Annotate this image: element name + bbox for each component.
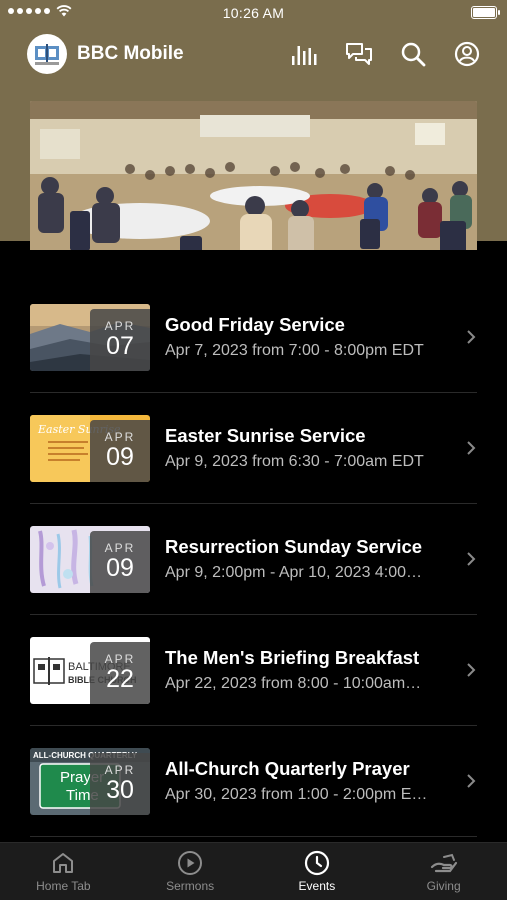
event-thumbnail: APR 07 — [30, 303, 150, 371]
event-date-badge: APR 30 — [90, 752, 150, 815]
chevron-right-icon — [467, 552, 476, 566]
giving-hand-icon — [430, 849, 458, 877]
event-month: APR — [104, 319, 136, 333]
header-actions — [291, 40, 481, 68]
event-day: 07 — [106, 332, 134, 360]
event-date-badge: APR 07 — [90, 308, 150, 371]
event-date-badge: APR 09 — [90, 419, 150, 482]
event-row[interactable]: BALTIMORE BIBLE CHURCH APR 22 The Men's … — [30, 615, 477, 726]
event-month: APR — [104, 763, 136, 777]
event-subtitle: Apr 7, 2023 from 7:00 - 8:00pm EDT — [165, 342, 424, 359]
chat-icon[interactable] — [345, 40, 373, 68]
event-title: All-Church Quarterly Prayer — [165, 758, 410, 779]
event-subtitle: Apr 9, 2023 from 6:30 - 7:00am EDT — [165, 453, 424, 470]
battery-icon — [471, 6, 500, 19]
status-time: 10:26 AM — [222, 5, 285, 21]
event-date-badge: APR 22 — [90, 641, 150, 704]
chevron-right-icon — [467, 774, 476, 788]
tab-sermons[interactable]: Sermons — [127, 843, 254, 900]
chevron-right-icon — [467, 330, 476, 344]
event-subtitle: Apr 9, 2:00pm - Apr 10, 2023 4:00… — [165, 564, 423, 581]
event-thumbnail: Easter Sunrise APR 09 — [30, 414, 150, 482]
church-logo[interactable] — [27, 34, 67, 74]
event-month: APR — [104, 652, 136, 666]
event-day: 09 — [106, 554, 134, 582]
status-left — [8, 5, 72, 17]
tab-label: Events — [298, 879, 336, 893]
bottom-tab-bar: Home Tab Sermons Events Giving — [0, 842, 507, 900]
event-day: 30 — [106, 776, 134, 804]
chevron-right-icon — [467, 663, 476, 677]
tab-label: Home Tab — [36, 879, 91, 893]
event-thumbnail: APR 09 — [30, 525, 150, 593]
signal-strength-icon — [8, 8, 50, 14]
event-row[interactable]: APR 07 Good Friday Service Apr 7, 2023 f… — [30, 282, 477, 393]
event-row[interactable]: Easter Sunrise APR 09 Easter Sunrise Ser… — [30, 393, 477, 504]
event-title: Easter Sunrise Service — [165, 425, 366, 446]
events-list: APR 07 Good Friday Service Apr 7, 2023 f… — [0, 250, 507, 845]
event-month: APR — [104, 430, 136, 444]
tab-label: Sermons — [166, 879, 215, 893]
event-subtitle: Apr 22, 2023 from 8:00 - 10:00am… — [165, 675, 422, 692]
event-day: 09 — [106, 443, 134, 471]
search-icon[interactable] — [399, 40, 427, 68]
event-day: 22 — [106, 665, 134, 693]
status-bar: 10:26 AM — [0, 0, 507, 26]
event-row[interactable]: ALL-CHURCH QUARTERLY Prayer Time APR 30 … — [30, 726, 477, 837]
hero-image[interactable] — [30, 101, 477, 261]
event-row[interactable]: APR 09 Resurrection Sunday Service Apr 9… — [30, 504, 477, 615]
top-nav: BBC Mobile — [27, 34, 487, 74]
profile-icon[interactable] — [453, 40, 481, 68]
wifi-icon — [56, 5, 72, 17]
event-title: The Men's Briefing Breakfast — [165, 647, 420, 668]
fellowship-hall-photo — [30, 101, 477, 261]
tab-home[interactable]: Home Tab — [0, 843, 127, 900]
event-date-badge: APR 09 — [90, 530, 150, 593]
tab-events[interactable]: Events — [254, 843, 381, 900]
event-title: Resurrection Sunday Service — [165, 536, 423, 557]
play-circle-icon — [176, 849, 204, 877]
home-icon — [49, 849, 77, 877]
chevron-right-icon — [467, 441, 476, 455]
clock-icon — [303, 849, 331, 877]
event-subtitle: Apr 30, 2023 from 1:00 - 2:00pm E… — [165, 786, 428, 803]
event-thumbnail: BALTIMORE BIBLE CHURCH APR 22 — [30, 636, 150, 704]
tab-giving[interactable]: Giving — [380, 843, 507, 900]
event-thumbnail: ALL-CHURCH QUARTERLY Prayer Time APR 30 — [30, 747, 150, 815]
app-title: BBC Mobile — [77, 43, 184, 64]
tab-label: Giving — [426, 879, 461, 893]
audio-bars-icon[interactable] — [291, 40, 319, 68]
event-title: Good Friday Service — [165, 314, 345, 335]
event-month: APR — [104, 541, 136, 555]
